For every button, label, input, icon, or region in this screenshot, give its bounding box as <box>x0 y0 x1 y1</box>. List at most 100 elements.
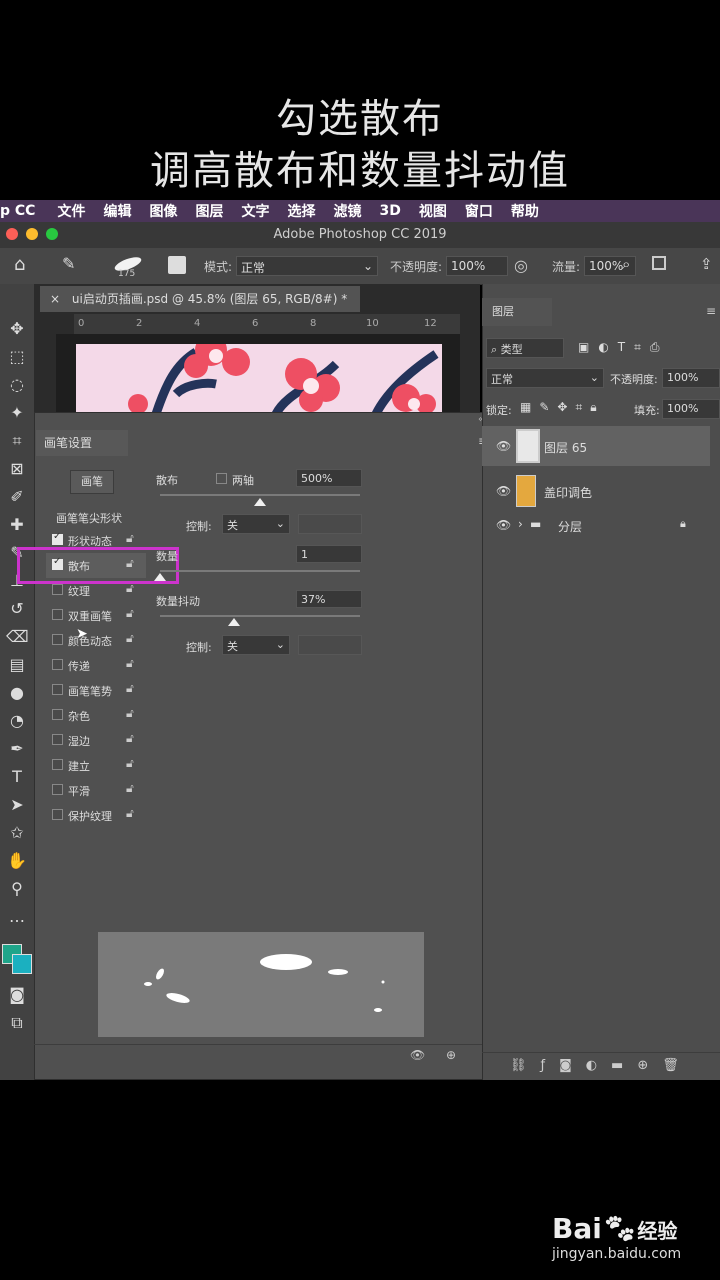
list-item-brush-pose[interactable]: 画笔笔势 🔓︎ <box>46 678 146 703</box>
layers-tab[interactable]: 图层 <box>482 298 552 326</box>
control-select[interactable]: 关 ⌄ <box>222 514 290 534</box>
workspace-icon[interactable] <box>652 256 666 270</box>
menu-select[interactable]: 选择 <box>287 201 315 221</box>
menu-view[interactable]: 视图 <box>419 201 447 221</box>
background-color-swatch[interactable] <box>12 954 32 974</box>
scatter-slider-thumb[interactable] <box>254 498 266 506</box>
layers-footer-icons[interactable]: ⛓ƒ◙◐▬⊕🗑︎ <box>510 1058 693 1073</box>
lock-icon[interactable]: 🔓︎ <box>126 706 134 721</box>
crop-tool-icon[interactable]: ⌗ <box>6 430 28 452</box>
history-brush-tool-icon[interactable]: ↺ <box>6 598 28 620</box>
search-icon[interactable]: ⌕ <box>622 255 630 273</box>
lock-icon[interactable]: 🔓︎ <box>126 531 134 546</box>
layer-row-stamp[interactable]: 👁︎ 盖印调色 <box>482 472 710 512</box>
move-tool-icon[interactable]: ✥ <box>6 318 28 340</box>
quick-mask-icon[interactable]: ◙ <box>6 984 28 1006</box>
checkbox[interactable] <box>52 684 63 695</box>
create-new-brush-icon[interactable]: ⊕ <box>446 1048 456 1062</box>
menu-layer[interactable]: 图层 <box>195 201 223 221</box>
layer-group-row[interactable]: 👁︎ › ▬ 分层 🔒︎ <box>482 512 710 540</box>
visibility-eye-icon[interactable]: 👁︎ <box>496 484 511 498</box>
lock-icon[interactable]: 🔓︎ <box>126 731 134 746</box>
list-item-noise[interactable]: 杂色 🔓︎ <box>46 703 146 728</box>
count-slider-track[interactable] <box>160 570 360 572</box>
brush-settings-tab[interactable]: 画笔设置 <box>36 430 128 456</box>
visibility-eye-icon[interactable]: 👁︎ <box>496 439 511 453</box>
layer-opacity-input[interactable]: 100% <box>662 368 720 388</box>
layer-fill-input[interactable]: 100% <box>662 399 720 419</box>
toggle-preview-icon[interactable]: 👁︎ <box>410 1048 425 1062</box>
menu-file[interactable]: 文件 <box>57 201 85 221</box>
list-item-dual-brush[interactable]: 双重画笔 🔓︎ <box>46 603 146 628</box>
scatter-value-input[interactable]: 500% <box>296 469 362 487</box>
screen-mode-icon[interactable]: ⧉ <box>6 1012 28 1034</box>
layer-filter-icons[interactable]: ▣◐T⌗⎙ <box>578 340 669 355</box>
layer-row-layer65[interactable]: 👁︎ 图层 65 <box>482 426 710 466</box>
opacity-input[interactable]: 100% <box>446 256 508 276</box>
more-tools-icon[interactable]: … <box>6 906 28 928</box>
lock-icon[interactable]: 🔓︎ <box>126 756 134 771</box>
frame-tool-icon[interactable]: ⊠ <box>6 458 28 480</box>
lasso-tool-icon[interactable]: ◌ <box>6 374 28 396</box>
lock-options-icons[interactable]: ▦✎✥⌗🔒︎ <box>520 400 605 415</box>
lock-icon[interactable]: 🔓︎ <box>126 656 134 671</box>
lock-icon[interactable]: 🔓︎ <box>126 781 134 796</box>
lock-icon[interactable]: 🔓︎ <box>126 606 134 621</box>
gradient-tool-icon[interactable]: ▤ <box>6 654 28 676</box>
brushes-button[interactable]: 画笔 <box>70 470 114 494</box>
checkbox[interactable] <box>52 734 63 745</box>
layers-menu-icon[interactable]: ≡ <box>706 304 716 318</box>
list-item-wet-edges[interactable]: 湿边 🔓︎ <box>46 728 146 753</box>
visibility-eye-icon[interactable]: 👁︎ <box>496 518 511 532</box>
eraser-tool-icon[interactable]: ⌫ <box>6 626 29 648</box>
count-jitter-slider-track[interactable] <box>160 615 360 617</box>
list-item-transfer[interactable]: 传递 🔓︎ <box>46 653 146 678</box>
checkbox[interactable] <box>52 709 63 720</box>
mode-select[interactable]: 正常 ⌄ <box>236 256 378 276</box>
control2-select[interactable]: 关 ⌄ <box>222 635 290 655</box>
checkbox[interactable] <box>52 784 63 795</box>
lock-icon[interactable]: 🔓︎ <box>126 681 134 696</box>
lock-icon[interactable]: 🔓︎ <box>126 806 134 821</box>
brush-tip-shape-item[interactable]: 画笔笔尖形状 <box>56 510 122 526</box>
menu-edit[interactable]: 编辑 <box>103 201 131 221</box>
layer-filter-select[interactable]: ⌕ 类型 <box>486 338 564 358</box>
scatter-slider-track[interactable] <box>160 494 360 496</box>
canvas-artwork[interactable] <box>76 344 442 414</box>
both-axes-checkbox[interactable] <box>216 473 227 484</box>
list-item-protect-texture[interactable]: 保护纹理 🔓︎ <box>46 803 146 828</box>
eyedropper-tool-icon[interactable]: ✐ <box>6 486 28 508</box>
brush-settings-toggle-icon[interactable] <box>168 256 186 274</box>
checkbox[interactable] <box>52 809 63 820</box>
count-value-input[interactable]: 1 <box>296 545 362 563</box>
pen-tool-icon[interactable]: ✒ <box>6 738 28 760</box>
layer-name[interactable]: 分层 <box>558 518 582 535</box>
list-item-color-dynamics[interactable]: 颜色动态 🔓︎ <box>46 628 146 653</box>
share-icon[interactable]: ⇪ <box>700 255 713 273</box>
list-item-smoothing[interactable]: 平滑 🔓︎ <box>46 778 146 803</box>
menu-filter[interactable]: 滤镜 <box>333 201 361 221</box>
zoom-tool-icon[interactable]: ⚲ <box>6 878 28 900</box>
app-menu[interactable]: p CC <box>0 203 35 219</box>
menu-type[interactable]: 文字 <box>241 201 269 221</box>
layer-name[interactable]: 图层 65 <box>544 439 587 456</box>
checkbox[interactable] <box>52 659 63 670</box>
dodge-tool-icon[interactable]: ◔ <box>6 710 28 732</box>
menu-help[interactable]: 帮助 <box>511 201 539 221</box>
marquee-tool-icon[interactable]: ⬚ <box>6 346 28 368</box>
brush-tool-icon[interactable]: ✎ <box>62 254 75 273</box>
lock-icon[interactable]: 🔓︎ <box>126 631 134 646</box>
shape-tool-icon[interactable]: ✩ <box>6 822 28 844</box>
count-slider-thumb[interactable] <box>154 573 166 581</box>
type-tool-icon[interactable]: T <box>6 766 28 788</box>
checkbox[interactable] <box>52 759 63 770</box>
checkbox[interactable] <box>52 634 63 645</box>
blur-tool-icon[interactable]: ● <box>6 682 28 704</box>
menu-window[interactable]: 窗口 <box>465 201 493 221</box>
pressure-opacity-icon[interactable]: ◎ <box>514 256 528 275</box>
checkbox[interactable] <box>52 531 63 545</box>
healing-tool-icon[interactable]: ✚ <box>6 514 28 536</box>
close-tab-icon[interactable]: × <box>50 292 60 306</box>
checkbox[interactable] <box>52 584 63 595</box>
menu-image[interactable]: 图像 <box>149 201 177 221</box>
